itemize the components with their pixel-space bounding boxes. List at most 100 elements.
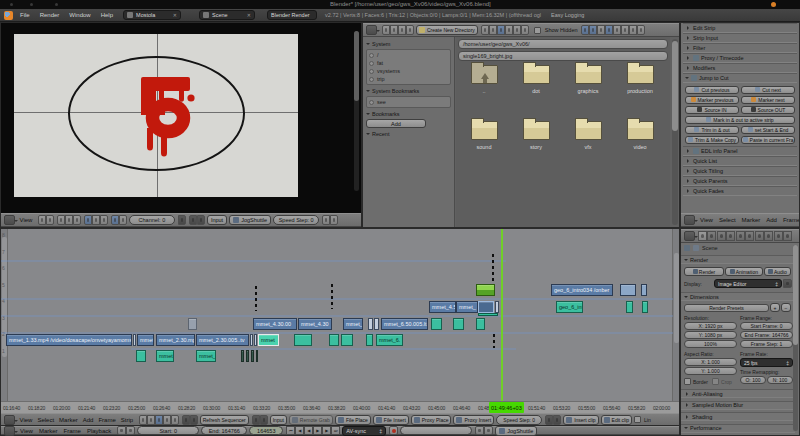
toggle-icon[interactable] xyxy=(92,215,100,225)
menu-window[interactable]: Window xyxy=(64,12,95,18)
folder-item[interactable]: video xyxy=(614,121,666,150)
toggle-icon[interactable] xyxy=(73,215,81,225)
panel-jump-to-cut[interactable]: Jump to Cut xyxy=(683,73,797,83)
jump-button[interactable]: Trim & Make Copy xyxy=(685,136,739,145)
strip[interactable]: mmet xyxy=(156,350,174,362)
strip[interactable]: mmet_4.30 xyxy=(298,318,332,330)
filename-field[interactable]: single169_bright.jpg xyxy=(458,51,668,61)
editor-type-icon[interactable] xyxy=(4,215,15,225)
strip[interactable] xyxy=(254,334,257,346)
snap-icon[interactable] xyxy=(189,215,197,225)
system-item[interactable]: / xyxy=(369,51,448,59)
strip[interactable] xyxy=(136,350,146,362)
filter-image-icon[interactable] xyxy=(597,25,605,35)
folder-item[interactable]: production xyxy=(614,65,666,94)
filter-movie-icon[interactable] xyxy=(605,25,613,35)
animation-button[interactable]: Animation xyxy=(725,267,763,276)
seq-button[interactable]: File Insert xyxy=(373,415,409,425)
sequencer-canvas[interactable]: 87654321 geo_6_intro034 /onbermmet_4.5mm… xyxy=(1,229,679,401)
blender-icon[interactable] xyxy=(4,11,13,20)
up-icon[interactable] xyxy=(398,25,406,35)
speed-step-slider[interactable]: Speed Step: 0 xyxy=(273,215,319,225)
aspect-y-field[interactable]: Y: 1.000 xyxy=(684,367,737,375)
strip[interactable] xyxy=(368,318,373,330)
bookmarks-header[interactable]: Bookmarks xyxy=(366,111,451,117)
toggle-icon[interactable] xyxy=(171,415,179,425)
editor-type-icon[interactable] xyxy=(4,426,15,436)
strip[interactable]: mmet_1.33.mp4 /video/dosacape/onvetyayam… xyxy=(6,334,132,346)
strip[interactable]: geo_6_intro034 /onber xyxy=(551,284,613,296)
constraints-tab[interactable] xyxy=(736,231,745,241)
system-bookmarks-header[interactable]: System Bookmarks xyxy=(366,88,451,94)
strip[interactable] xyxy=(133,334,136,346)
av-sync-dropdown[interactable]: AV-sync‡ xyxy=(342,426,386,436)
aspect-x-field[interactable]: X: 1.000 xyxy=(684,358,737,366)
jump-button[interactable]: Cut next xyxy=(741,86,795,95)
editor-type-icon[interactable] xyxy=(684,215,695,225)
timeline-marker[interactable] xyxy=(493,334,495,348)
strip[interactable]: geo_6_int xyxy=(556,301,583,313)
strip[interactable] xyxy=(250,334,253,346)
system-panel-header[interactable]: System xyxy=(366,41,451,47)
filter-blend-icon[interactable] xyxy=(589,25,597,35)
strip[interactable]: mmet xyxy=(137,334,154,346)
toggle-icon[interactable] xyxy=(57,215,65,225)
panel-quick-titling[interactable]: Quick Titling xyxy=(683,166,797,176)
sequencer-scrollbar[interactable] xyxy=(672,229,679,401)
panel-strip-input[interactable]: Strip Input xyxy=(683,33,797,43)
strip[interactable] xyxy=(294,334,312,346)
render-button[interactable]: Render xyxy=(684,267,724,276)
remote-grab-button[interactable]: Remote Grab xyxy=(289,415,333,425)
snap-icon[interactable] xyxy=(182,415,190,425)
panel-quick-parents[interactable]: Quick Parents xyxy=(683,176,797,186)
jump-end-button[interactable]: ⏭ xyxy=(331,426,340,435)
long-list-icon[interactable] xyxy=(489,25,497,35)
pin-icon[interactable] xyxy=(178,215,186,225)
menu-file[interactable]: File xyxy=(15,12,35,18)
toggle-icon[interactable] xyxy=(84,215,92,225)
render-engine-selector[interactable]: Blender Render xyxy=(267,10,317,20)
system-item[interactable]: vsystems xyxy=(369,67,448,75)
toggle-icon[interactable] xyxy=(65,215,73,225)
resolution-x-field[interactable]: X: 1920 px xyxy=(684,322,737,330)
menu-render[interactable]: Render xyxy=(35,12,65,18)
strip[interactable]: mmet_4.30.00 xyxy=(253,318,297,330)
render-tab[interactable] xyxy=(698,231,707,241)
view-menu[interactable]: View xyxy=(17,217,35,223)
filter-folder-icon[interactable] xyxy=(581,25,589,35)
lock-icon[interactable] xyxy=(322,215,330,225)
lock-icon[interactable] xyxy=(783,279,792,288)
panel-quick-list[interactable]: Quick List xyxy=(683,156,797,166)
panel-sampled-motion-blur[interactable]: Sampled Motion Blur xyxy=(681,401,795,410)
jogshuttle-button[interactable]: JogShuttle xyxy=(495,426,537,436)
panel-edit-strip[interactable]: Edit Strip xyxy=(683,23,797,33)
properties-scrollbar[interactable] xyxy=(793,245,798,431)
seq-button[interactable]: File Place xyxy=(335,415,371,425)
strip[interactable] xyxy=(620,284,636,296)
screen-layout-selector[interactable]: Mostola ✕ xyxy=(123,10,181,20)
strip[interactable] xyxy=(642,301,648,313)
path-field[interactable]: /home/user/geo/gws_Xv06/ xyxy=(458,39,668,49)
jump-button[interactable]: Paste in current Fra xyxy=(741,136,795,145)
strip[interactable] xyxy=(478,301,494,313)
next-icon[interactable] xyxy=(484,426,493,435)
refresh-sequencer-button[interactable]: Refresh Sequencer xyxy=(200,415,249,425)
menu-frame[interactable]: Frame xyxy=(96,417,118,423)
system-bookmark-item[interactable]: see xyxy=(369,98,448,106)
strip[interactable]: mmet_ xyxy=(456,301,478,313)
speed-step-slider[interactable]: Speed Step: 0 xyxy=(496,415,542,425)
display-dropdown[interactable]: Image Editor‡ xyxy=(714,279,782,288)
toggle-icon[interactable] xyxy=(163,415,171,425)
remove-preset-button[interactable]: − xyxy=(781,303,791,312)
input-button[interactable]: Input xyxy=(207,215,227,225)
folder-item[interactable]: vfx xyxy=(562,121,614,150)
preview-scrollbar[interactable] xyxy=(354,31,359,191)
add-preset-button[interactable]: + xyxy=(770,303,780,312)
toggle-icon[interactable] xyxy=(119,215,127,225)
back-icon[interactable] xyxy=(382,25,390,35)
sort-time-icon[interactable] xyxy=(521,25,529,35)
filter-script-icon[interactable] xyxy=(613,25,621,35)
strip[interactable] xyxy=(256,350,258,362)
scene-tab[interactable] xyxy=(707,231,716,241)
system-item[interactable]: trip xyxy=(369,75,448,83)
